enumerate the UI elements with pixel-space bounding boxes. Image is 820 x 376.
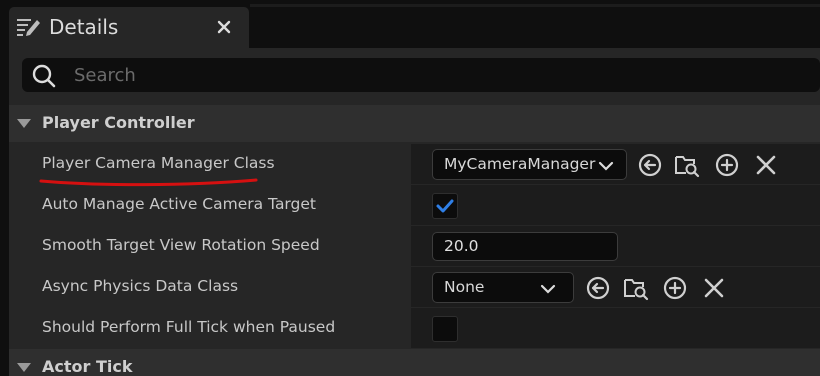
class-picker-value: MyCameraManager: [444, 155, 596, 173]
category-label: Actor Tick: [42, 357, 133, 376]
checkmark-icon: [436, 199, 454, 213]
class-picker-dropdown[interactable]: MyCameraManager: [432, 149, 627, 180]
search-input[interactable]: [74, 61, 774, 89]
collapse-arrow-icon[interactable]: [17, 363, 31, 372]
details-panel: Player Controller Player Camera Manager …: [9, 48, 820, 376]
tab-bar-divider: [250, 4, 820, 7]
clear-icon[interactable]: [753, 152, 779, 178]
collapse-arrow-icon[interactable]: [17, 119, 31, 128]
checkbox-checked[interactable]: [432, 193, 458, 219]
checkbox-unchecked[interactable]: [432, 316, 458, 342]
category-player-controller[interactable]: Player Controller: [9, 105, 820, 142]
browse-back-icon[interactable]: [637, 152, 663, 178]
property-row-should-perform-full-tick-when-paused: Should Perform Full Tick when Paused: [9, 308, 820, 348]
property-value-cell: [415, 185, 820, 225]
property-label: Async Physics Data Class: [42, 277, 239, 295]
category-actor-tick[interactable]: Actor Tick: [9, 349, 820, 376]
browse-folder-icon[interactable]: [623, 275, 649, 301]
number-value: 20.0: [444, 237, 479, 255]
chevron-down-icon: [598, 158, 614, 172]
property-label: Auto Manage Active Camera Target: [42, 195, 316, 213]
search-icon: [31, 63, 57, 89]
property-value-cell: MyCameraManager: [415, 144, 820, 184]
property-value-cell: [415, 308, 820, 348]
tab-bar: Details: [0, 0, 820, 48]
property-name-cell: Should Perform Full Tick when Paused: [9, 308, 411, 348]
browse-folder-icon[interactable]: [674, 152, 700, 178]
class-picker-dropdown[interactable]: None: [432, 272, 574, 303]
category-label: Player Controller: [42, 113, 195, 132]
tab-title: Details: [49, 15, 119, 39]
close-icon[interactable]: [213, 16, 235, 38]
property-name-cell: Async Physics Data Class: [9, 267, 411, 307]
property-row-async-physics-data-class: Async Physics Data Class None: [9, 267, 820, 307]
property-name-cell: Player Camera Manager Class: [9, 144, 411, 184]
property-label: Should Perform Full Tick when Paused: [42, 318, 336, 336]
property-name-cell: Auto Manage Active Camera Target: [9, 185, 411, 225]
property-label: Smooth Target View Rotation Speed: [42, 236, 320, 254]
property-row-auto-manage-active-camera-target: Auto Manage Active Camera Target: [9, 185, 820, 225]
search-bar[interactable]: [22, 58, 820, 92]
property-value-cell: None: [415, 267, 820, 307]
property-name-cell: Smooth Target View Rotation Speed: [9, 226, 411, 266]
property-row-smooth-target-view-rotation-speed: Smooth Target View Rotation Speed 20.0: [9, 226, 820, 266]
class-picker-value: None: [444, 278, 485, 296]
add-icon[interactable]: [714, 152, 740, 178]
property-label: Player Camera Manager Class: [42, 154, 275, 172]
chevron-down-icon: [540, 281, 556, 295]
property-value-cell: 20.0: [415, 226, 820, 266]
property-row-player-camera-manager-class: Player Camera Manager Class MyCameraMana…: [9, 144, 820, 184]
details-tab[interactable]: Details: [9, 7, 249, 48]
clear-icon[interactable]: [701, 275, 727, 301]
add-icon[interactable]: [662, 275, 688, 301]
browse-back-icon[interactable]: [585, 275, 611, 301]
details-panel-icon: [16, 16, 42, 40]
number-input[interactable]: 20.0: [432, 232, 618, 261]
